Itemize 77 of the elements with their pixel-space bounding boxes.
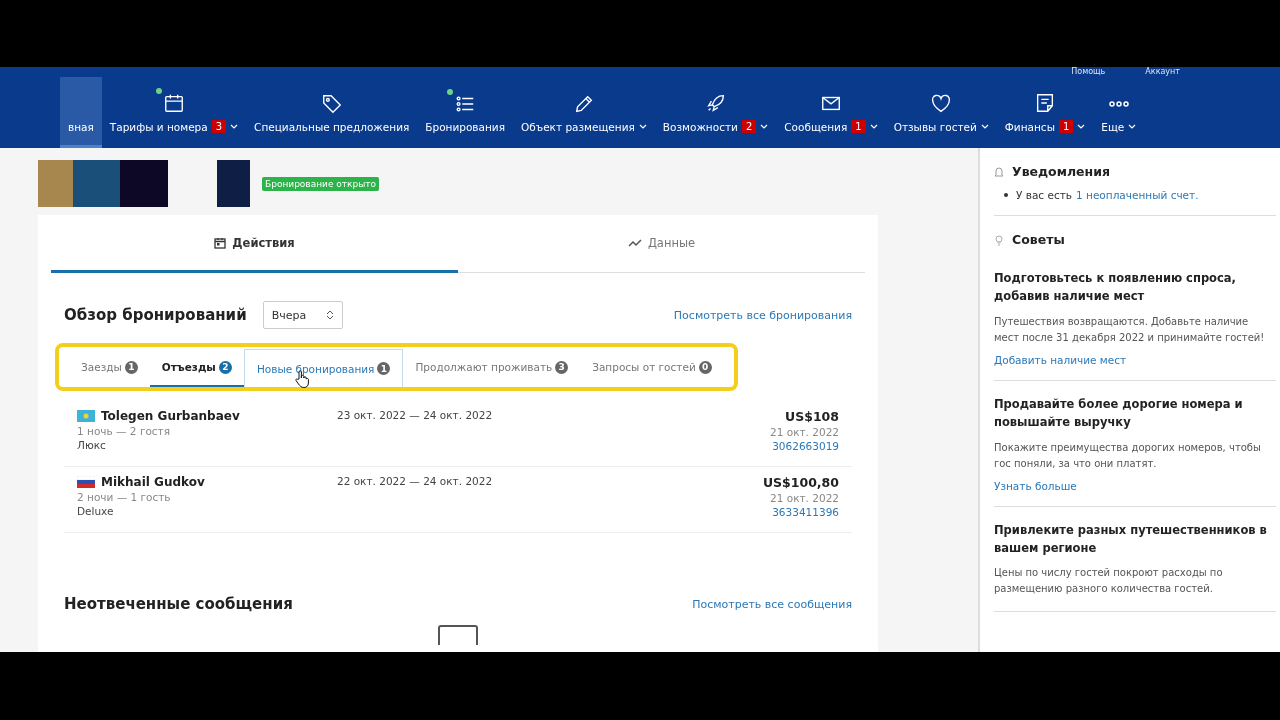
count-badge: 3 [211,120,227,133]
section-title: Неотвеченные сообщения [64,595,293,613]
nav-item[interactable]: Возможности 2 [654,77,777,148]
room-type: Deluxe [77,505,114,517]
count-badge: 1 [124,360,138,374]
tip-title: Продавайте более дорогие номера и повышайте выручку [994,395,1244,432]
booking-number-link[interactable]: 3633411396 [772,506,839,518]
price: US$108 [785,409,839,424]
flag-icon [77,410,95,422]
nav-item[interactable]: Отзывы гостей [885,77,997,148]
stay-dates: 22 окт. 2022 — 24 окт. 2022 [337,475,493,487]
tip-link[interactable]: Добавить наличие мест [994,353,1276,366]
nav-item[interactable]: Бронирования [417,77,513,148]
redaction-block [120,160,168,207]
room-type: Люкс [77,439,106,451]
booking-tab[interactable]: Продолжают проживать 3 [403,349,581,387]
view-all-link[interactable]: Посмотреть все сообщения [692,597,852,611]
top-link[interactable]: Аккаунт [1145,67,1180,77]
top-link[interactable]: Помощь [1071,67,1106,77]
view-all-link[interactable]: Посмотреть все бронирования [673,308,852,322]
tab[interactable]: Действия [51,215,458,273]
section-title: Обзор бронирований [64,306,247,324]
redaction-block [38,160,73,207]
nav-item[interactable]: Объект размещения [513,77,655,148]
unpaid-invoice-link[interactable]: 1 неоплаченный счет. [1076,189,1199,201]
stay-details: 2 ночи — 1 гость [77,491,171,503]
nav-item[interactable]: Финансы 1 [996,77,1094,148]
booking-tab[interactable]: Отъезды 2 [149,349,244,387]
booking-number-link[interactable]: 3062663019 [772,440,839,452]
heart-icon [930,93,953,115]
booking-tab[interactable]: Запросы от гостей 0 [580,349,724,387]
more-icon [1108,101,1129,107]
panel-heading: Советы [1012,232,1065,247]
line-chart-icon [627,237,642,248]
redaction-block [217,160,250,207]
tip-title: Подготовьтесь к появлению спроса, добавив наличие мест [994,270,1237,306]
count-badge: 1 [851,120,866,133]
tab[interactable]: Данные [458,215,865,273]
calendar-icon [214,236,227,249]
stay-details: 1 ночь — 2 гостя [77,425,171,437]
nav-item[interactable]: Сообщения 1 [776,77,886,148]
tip-title: Привлеките разных путешественников в вашем регионе [994,521,1268,557]
booking-date: 21 окт. 2022 [770,492,839,504]
tip-link[interactable]: Узнать больше [994,479,1276,492]
tip-text: Покажите преимущества дорогих номеров, чтобы гос поняли, за что они платят. [994,440,1262,471]
lightbulb-icon [994,233,1004,246]
flag-icon [77,476,95,488]
nav-item[interactable]: Специальные предложения [246,77,418,148]
stay-dates: 23 окт. 2022 — 24 окт. 2022 [337,409,493,421]
status-badge: Бронирование открыто [262,176,380,191]
nav-item[interactable]: Тарифы и номера 3 [101,77,247,148]
guest-name: Mikhail Gudkov [77,475,205,489]
calendar-icon [162,92,185,114]
nav-item[interactable]: Еще [1093,77,1145,148]
price: US$100,80 [762,475,839,490]
tip-text: Путешествия возвращаются. Добавьте наличие мест после 31 декабря 2022 и принимайте гостей! [994,314,1266,345]
guest-name: Tolegen Gurbanbaev [77,409,240,423]
count-badge: 2 [218,360,232,374]
tag-icon [320,93,343,115]
nav-item[interactable]: вная [60,77,102,148]
tip-text: Цены по числу гостей покроют расходы по размещению разного количества гостей. [994,566,1224,597]
panel-heading: Уведомления [1012,164,1110,179]
redaction-block [73,160,120,207]
count-badge: 1 [1058,120,1074,133]
count-badge: 2 [741,120,757,133]
booking-date: 21 окт. 2022 [770,426,839,438]
message-box-icon [438,625,478,645]
bell-icon [994,165,1004,178]
booking-tab[interactable]: Заезды 1 [69,349,150,387]
count-badge: 0 [698,360,712,374]
booking-tab[interactable]: Новые бронирования 1 [243,349,404,387]
count-badge: 1 [377,362,391,375]
chevron-icon [325,310,334,320]
rocket-icon [704,92,727,114]
period-select[interactable]: Вчера [262,301,343,329]
count-badge: 3 [555,360,569,374]
notification-text: У вас есть 1 неоплаченный счет. [994,189,1276,201]
